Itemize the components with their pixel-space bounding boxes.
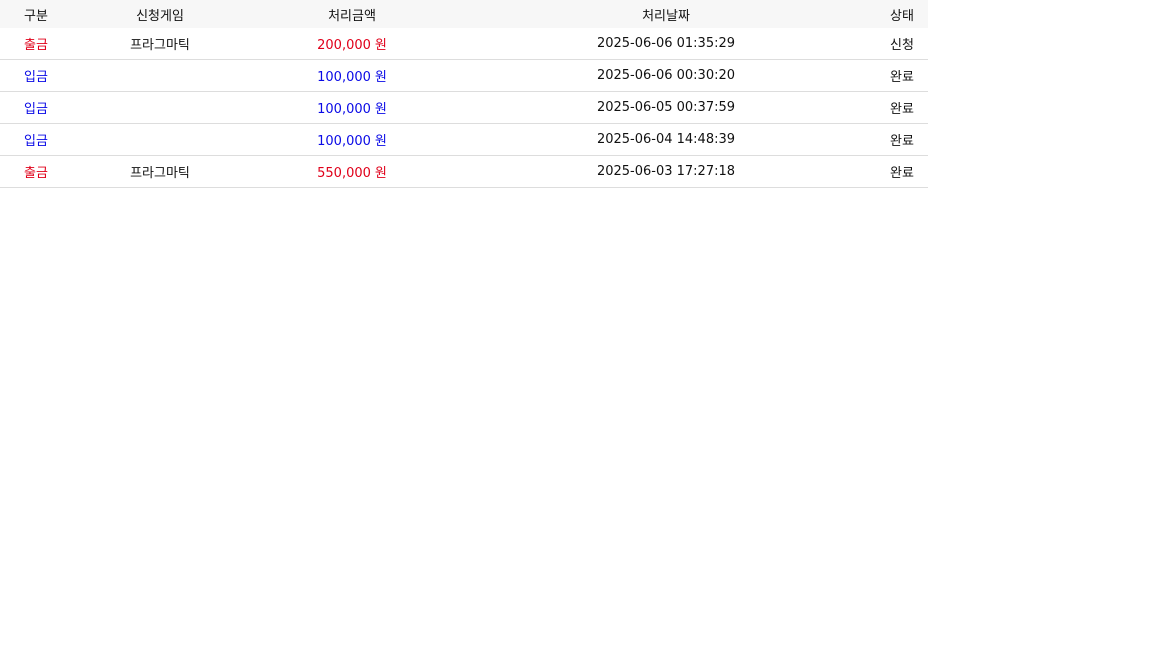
cell-date: 2025-06-03 17:27:18 xyxy=(456,155,876,188)
table-row: 입금 100,000 원 2025-06-05 00:37:59 완료 xyxy=(0,91,928,124)
cell-date: 2025-06-04 14:48:39 xyxy=(456,123,876,156)
amount-value: 100,000 xyxy=(317,102,371,117)
amount-unit: 원 xyxy=(374,70,387,85)
cell-date: 2025-06-06 01:35:29 xyxy=(456,28,876,60)
header-date: 처리날짜 xyxy=(456,0,876,28)
header-amount: 처리금액 xyxy=(248,0,456,28)
amount-unit: 원 xyxy=(374,38,387,53)
amount-value: 100,000 xyxy=(317,70,371,85)
cell-game xyxy=(72,59,248,92)
amount-value: 200,000 xyxy=(317,38,371,53)
amount-unit: 원 xyxy=(374,102,387,117)
cell-status: 신청 xyxy=(876,28,928,60)
header-game: 신청게임 xyxy=(72,0,248,28)
cell-type: 입금 xyxy=(0,59,72,92)
header-type: 구분 xyxy=(0,0,72,28)
cell-type: 입금 xyxy=(0,91,72,124)
amount-unit: 원 xyxy=(374,134,387,149)
cell-status: 완료 xyxy=(876,155,928,188)
cell-type: 출금 xyxy=(0,28,72,60)
amount-value: 100,000 xyxy=(317,134,371,149)
cell-status: 완료 xyxy=(876,91,928,124)
cell-game: 프라그마틱 xyxy=(72,28,248,60)
cell-type: 입금 xyxy=(0,123,72,156)
table-header-row: 구분 신청게임 처리금액 처리날짜 상태 xyxy=(0,0,928,28)
cell-game: 프라그마틱 xyxy=(72,155,248,188)
table-row: 입금 100,000 원 2025-06-04 14:48:39 완료 xyxy=(0,123,928,156)
cell-date: 2025-06-05 00:37:59 xyxy=(456,91,876,124)
cell-amount: 100,000 원 xyxy=(248,59,456,92)
table-row: 출금 프라그마틱 550,000 원 2025-06-03 17:27:18 완료 xyxy=(0,155,928,188)
table-row: 입금 100,000 원 2025-06-06 00:30:20 완료 xyxy=(0,59,928,92)
cell-amount: 100,000 원 xyxy=(248,123,456,156)
table-body: 출금 프라그마틱 200,000 원 2025-06-06 01:35:29 신청… xyxy=(0,28,928,188)
cell-game xyxy=(72,123,248,156)
amount-unit: 원 xyxy=(374,166,387,181)
cell-game xyxy=(72,91,248,124)
cell-status: 완료 xyxy=(876,123,928,156)
cell-date: 2025-06-06 00:30:20 xyxy=(456,59,876,92)
cell-amount: 550,000 원 xyxy=(248,155,456,188)
table-row: 출금 프라그마틱 200,000 원 2025-06-06 01:35:29 신청 xyxy=(0,28,928,60)
cell-status: 완료 xyxy=(876,59,928,92)
header-status: 상태 xyxy=(876,0,928,28)
cell-amount: 200,000 원 xyxy=(248,28,456,60)
cell-type: 출금 xyxy=(0,155,72,188)
table-header: 구분 신청게임 처리금액 처리날짜 상태 xyxy=(0,0,928,28)
amount-value: 550,000 xyxy=(317,166,371,181)
cell-amount: 100,000 원 xyxy=(248,91,456,124)
transaction-history-table: 구분 신청게임 처리금액 처리날짜 상태 출금 프라그마틱 200,000 원 2… xyxy=(0,0,928,188)
